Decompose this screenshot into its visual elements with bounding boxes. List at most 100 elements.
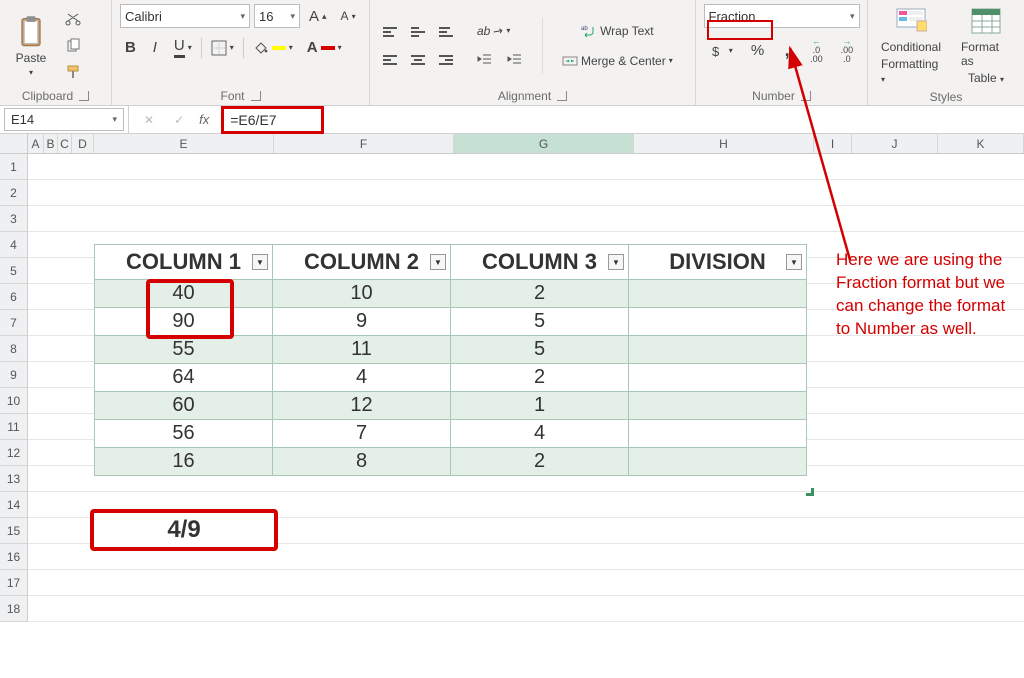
number-dialog-launcher[interactable] — [801, 91, 811, 101]
grid-cell[interactable] — [44, 336, 58, 362]
row-header[interactable]: 15 — [0, 518, 28, 544]
grid-cell[interactable] — [44, 492, 58, 518]
grid-cell[interactable] — [58, 388, 72, 414]
grid-cell[interactable] — [28, 180, 44, 206]
grid-cell[interactable] — [852, 388, 938, 414]
grid-cell[interactable] — [72, 362, 94, 388]
grid-cell[interactable] — [274, 154, 454, 180]
grid-cell[interactable] — [634, 180, 814, 206]
col-header-I[interactable]: I — [814, 134, 852, 153]
grid-cell[interactable] — [852, 570, 938, 596]
row-header[interactable]: 16 — [0, 544, 28, 570]
filter-button[interactable]: ▼ — [786, 254, 802, 270]
table-cell[interactable] — [629, 280, 807, 308]
table-cell[interactable]: 55 — [95, 336, 273, 364]
table-cell[interactable]: 11 — [273, 336, 451, 364]
col-header-B[interactable]: B — [44, 134, 58, 153]
grid-cell[interactable] — [814, 440, 852, 466]
row-header[interactable]: 17 — [0, 570, 28, 596]
grid-cell[interactable] — [852, 440, 938, 466]
grid-cell[interactable] — [852, 466, 938, 492]
grid-cell[interactable] — [94, 570, 274, 596]
grid-cell[interactable] — [58, 232, 72, 258]
enter-formula-button[interactable]: ✓ — [169, 110, 189, 130]
grid-cell[interactable] — [58, 258, 72, 284]
row-header[interactable]: 10 — [0, 388, 28, 414]
grid-cell[interactable] — [94, 596, 274, 622]
grid-cell[interactable] — [634, 206, 814, 232]
name-box[interactable]: E14 ▾ — [4, 108, 124, 131]
table-cell[interactable] — [629, 308, 807, 336]
grid-cell[interactable] — [274, 518, 454, 544]
grid-cell[interactable] — [58, 596, 72, 622]
grid-cell[interactable] — [814, 414, 852, 440]
grid-cell[interactable] — [28, 154, 44, 180]
formula-input[interactable]: =E6/E7 — [219, 106, 1024, 133]
conditional-formatting-button[interactable]: Conditional Formatting ▾ — [876, 4, 946, 88]
table-header[interactable]: COLUMN 2▼ — [273, 245, 451, 280]
grid-cell[interactable] — [938, 180, 1024, 206]
row-header[interactable]: 13 — [0, 466, 28, 492]
grid-cell[interactable] — [454, 154, 634, 180]
col-header-E[interactable]: E — [94, 134, 274, 153]
table-cell[interactable]: 60 — [95, 392, 273, 420]
grid-cell[interactable] — [58, 440, 72, 466]
grid-cell[interactable] — [274, 492, 454, 518]
grid-cell[interactable] — [938, 440, 1024, 466]
grid-cell[interactable] — [72, 336, 94, 362]
grid-cell[interactable] — [58, 362, 72, 388]
format-painter-button[interactable] — [60, 61, 86, 83]
grid-cell[interactable] — [454, 544, 634, 570]
grid-cell[interactable] — [814, 154, 852, 180]
grid-cell[interactable] — [852, 180, 938, 206]
increase-font-button[interactable]: A▴ — [304, 5, 332, 28]
grid-cell[interactable] — [28, 362, 44, 388]
grid-cell[interactable] — [44, 232, 58, 258]
grid-cell[interactable] — [634, 518, 814, 544]
grid-cell[interactable] — [58, 570, 72, 596]
grid-cell[interactable] — [94, 154, 274, 180]
grid-cell[interactable] — [814, 388, 852, 414]
font-dialog-launcher[interactable] — [251, 91, 261, 101]
grid-cell[interactable] — [274, 544, 454, 570]
grid-cell[interactable] — [28, 284, 44, 310]
table-cell[interactable]: 8 — [273, 448, 451, 476]
table-cell[interactable] — [629, 392, 807, 420]
grid-cell[interactable] — [938, 492, 1024, 518]
table-cell[interactable]: 9 — [273, 308, 451, 336]
grid-cell[interactable] — [72, 570, 94, 596]
row-header[interactable]: 2 — [0, 180, 28, 206]
row-header[interactable]: 18 — [0, 596, 28, 622]
table-cell[interactable]: 5 — [451, 336, 629, 364]
row-header[interactable]: 4 — [0, 232, 28, 258]
row-header[interactable]: 8 — [0, 336, 28, 362]
table-cell[interactable] — [629, 420, 807, 448]
copy-button[interactable] — [60, 35, 86, 57]
grid-cell[interactable] — [72, 440, 94, 466]
col-header-A[interactable]: A — [28, 134, 44, 153]
table-cell[interactable]: 2 — [451, 280, 629, 308]
row-header[interactable]: 3 — [0, 206, 28, 232]
grid-cell[interactable] — [454, 492, 634, 518]
table-cell[interactable]: 10 — [273, 280, 451, 308]
grid-cell[interactable] — [58, 466, 72, 492]
grid-cell[interactable] — [634, 492, 814, 518]
grid-cell[interactable] — [852, 544, 938, 570]
filter-button[interactable]: ▼ — [252, 254, 268, 270]
grid-cell[interactable] — [852, 492, 938, 518]
grid-cell[interactable] — [28, 206, 44, 232]
col-header-K[interactable]: K — [938, 134, 1024, 153]
grid-cell[interactable] — [814, 596, 852, 622]
table-cell[interactable]: 12 — [273, 392, 451, 420]
grid-cell[interactable] — [28, 466, 44, 492]
row-header[interactable]: 11 — [0, 414, 28, 440]
orientation-button[interactable]: ab↗▾ — [472, 21, 515, 41]
grid-cell[interactable] — [454, 206, 634, 232]
grid-cell[interactable] — [44, 180, 58, 206]
comma-format-button[interactable]: , — [777, 37, 797, 64]
table-cell[interactable]: 56 — [95, 420, 273, 448]
grid-cell[interactable] — [94, 206, 274, 232]
grid-cell[interactable] — [72, 284, 94, 310]
grid-cell[interactable] — [634, 596, 814, 622]
table-cell[interactable]: 2 — [451, 364, 629, 392]
